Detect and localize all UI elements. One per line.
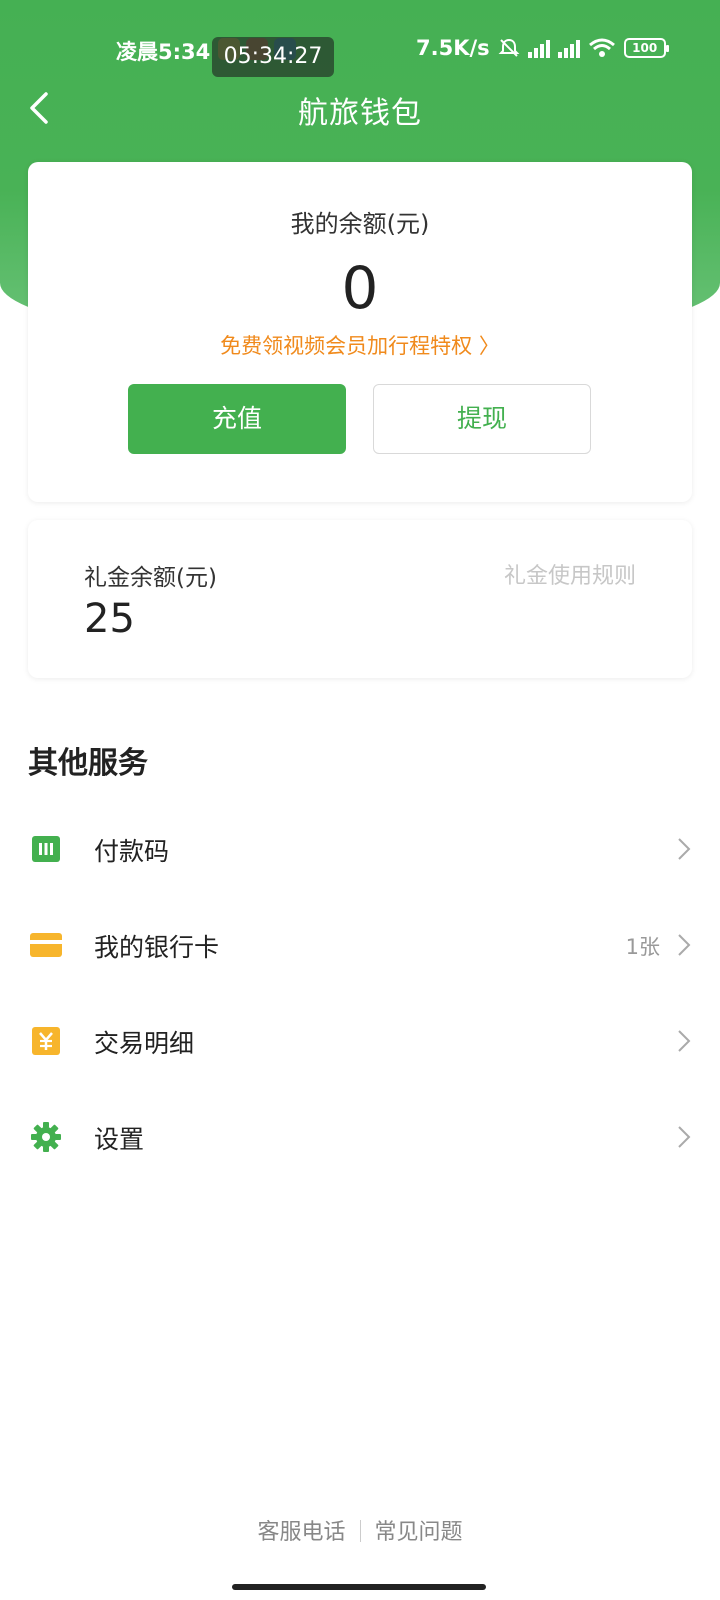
service-item-payment-code[interactable]: 付款码: [0, 802, 720, 898]
gift-label: 礼金余额(元): [84, 565, 217, 591]
service-phone-link[interactable]: 客服电话: [257, 1520, 345, 1545]
network-speed: 7.5K/s: [416, 36, 490, 60]
status-right: 7.5K/s 100: [416, 36, 669, 60]
chevron-right-icon: [678, 838, 691, 860]
status-time: 凌晨5:34: [116, 40, 211, 64]
status-bar: 凌晨5:34 05:34:27 7.5K/s 100: [0, 30, 720, 77]
hd-signal-icon: [527, 38, 550, 58]
gift-card: 礼金余额(元) 25 礼金使用规则: [28, 520, 692, 678]
service-label: 交易明细: [94, 1029, 195, 1058]
withdraw-button[interactable]: 提现: [373, 384, 591, 454]
bank-card-icon: [30, 933, 62, 957]
service-item-settings[interactable]: 设置: [0, 1090, 720, 1186]
footer-links: 客服电话 常见问题: [0, 1514, 720, 1546]
footer-divider: [359, 1520, 361, 1542]
faq-link[interactable]: 常见问题: [375, 1520, 463, 1545]
service-list: 付款码 我的银行卡 1张 交易明细 设置: [0, 802, 720, 1186]
service-label: 设置: [94, 1125, 145, 1154]
recharge-button[interactable]: 充值: [128, 384, 346, 454]
yuan-receipt-icon: [32, 1027, 60, 1055]
gift-amount: 25: [84, 596, 135, 642]
promo-link[interactable]: 免费领视频会员加行程特权 〉: [28, 330, 692, 360]
wifi-icon: [588, 38, 615, 57]
balance-label: 我的余额(元): [290, 210, 430, 238]
chevron-right-icon: [678, 1030, 691, 1052]
gift-rules-link[interactable]: 礼金使用规则: [504, 558, 636, 590]
home-indicator[interactable]: [232, 1584, 486, 1590]
service-item-transactions[interactable]: 交易明细: [0, 994, 720, 1090]
chevron-right-icon: [678, 934, 691, 956]
service-item-bank-card[interactable]: 我的银行卡 1张: [0, 898, 720, 994]
nav-bar: 航旅钱包: [0, 78, 720, 138]
hd-signal-icon: [557, 38, 580, 58]
service-label: 付款码: [94, 837, 170, 866]
service-label: 我的银行卡: [94, 933, 220, 962]
bank-card-count: 1张: [625, 935, 660, 959]
section-title: 其他服务: [28, 746, 148, 781]
payment-code-icon: [32, 836, 60, 862]
clock-overlay: 05:34:27: [212, 37, 334, 77]
balance-amount: 0: [341, 254, 379, 322]
chevron-right-icon: [678, 1126, 691, 1148]
gear-icon: [31, 1122, 61, 1152]
mute-bell-icon: [498, 38, 520, 57]
balance-card: 我的余额(元) 0 免费领视频会员加行程特权 〉 充值 提现: [28, 162, 692, 502]
battery-icon: 100: [623, 38, 669, 58]
page-title: 航旅钱包: [298, 96, 422, 131]
